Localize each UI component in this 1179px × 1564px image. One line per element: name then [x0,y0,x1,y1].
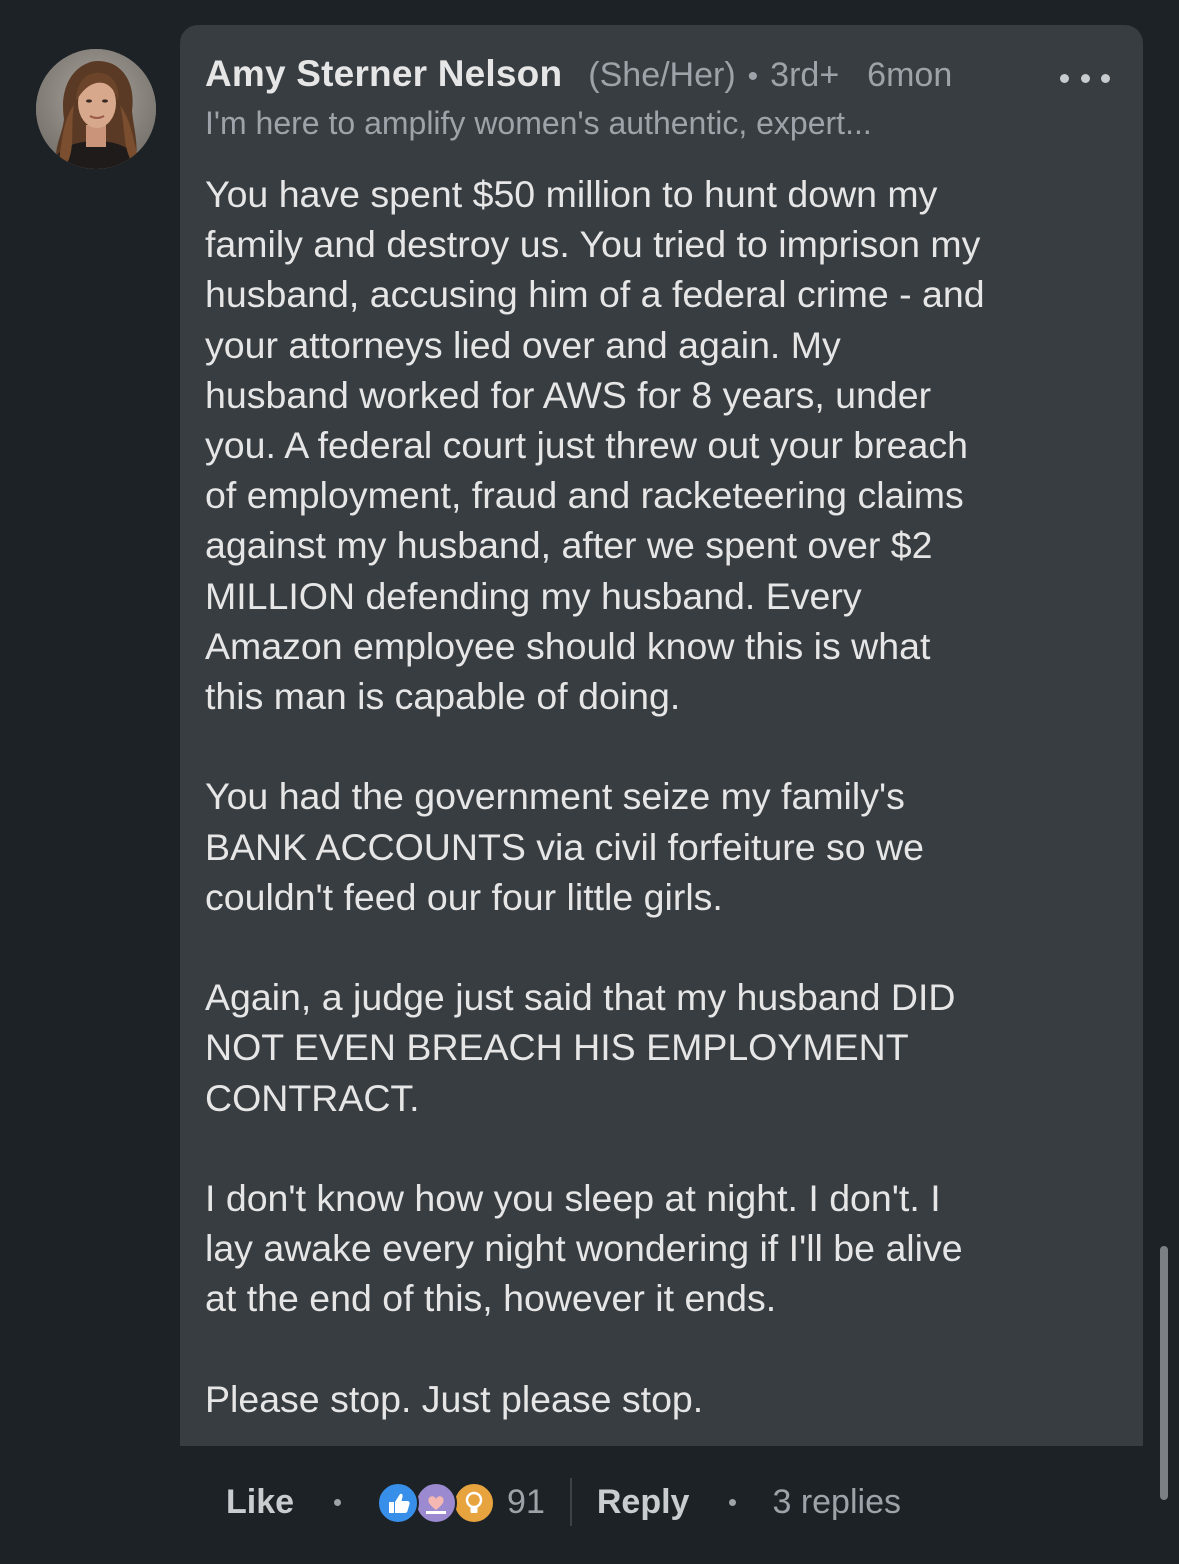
comment-timestamp: 6mon [867,56,953,94]
more-options-icon[interactable] [1060,68,1110,88]
reactions-summary[interactable]: 91 [377,1482,545,1524]
comment-paragraph: You had the government seize my family's… [205,775,924,918]
view-replies-link[interactable]: 3 replies [772,1483,901,1522]
like-button[interactable]: Like [226,1483,294,1522]
comment-actions-bar: Like 91 Reply 3 replies [226,1478,901,1526]
more-dot [1101,73,1110,83]
comment-paragraph: Please stop. Just please stop. [205,1377,704,1420]
separator-dot: • [747,60,759,93]
author-avatar[interactable] [36,49,156,169]
comment-paragraph: I don't know how you sleep at night. I d… [205,1177,963,1320]
comment-header: Amy Sterner Nelson (She/Her) • 3rd+ 6mon [205,53,952,99]
more-dot [1080,73,1090,83]
comment-paragraph: Again, a judge just said that my husband… [205,976,956,1119]
author-headline[interactable]: I'm here to amplify women's authentic, e… [205,105,872,142]
author-pronouns: (She/Her) [588,56,736,94]
comment-paragraph: You have spent $50 million to hunt down … [205,173,985,718]
connection-degree: 3rd+ [770,56,840,94]
separator-dot [334,1498,342,1506]
reaction-icons [377,1482,496,1524]
author-name[interactable]: Amy Sterner Nelson [205,53,562,95]
comment-text: You have spent $50 million to hunt down … [205,169,1125,1424]
separator-dot [729,1498,737,1506]
comment-bubble: Amy Sterner Nelson (She/Her) • 3rd+ 6mon… [180,25,1143,1446]
reply-button[interactable]: Reply [597,1483,690,1522]
insightful-icon [453,1482,496,1524]
action-divider [569,1478,572,1526]
more-dot [1060,73,1069,83]
like-icon [377,1482,420,1524]
love-icon [415,1482,458,1524]
scrollbar-thumb[interactable] [1160,1246,1168,1500]
reaction-count: 91 [507,1482,545,1521]
